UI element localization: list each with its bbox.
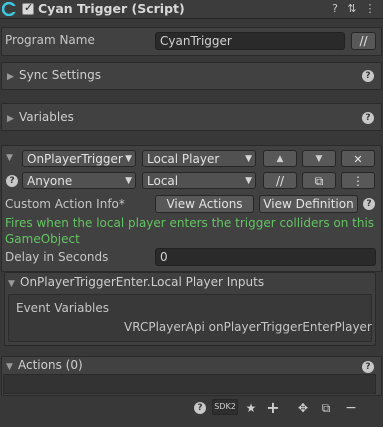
gate-value: Local xyxy=(147,174,179,188)
delay-field[interactable]: 0 xyxy=(155,248,376,266)
view-definition-button[interactable]: View Definition xyxy=(259,195,358,213)
fold-arrow-icon: ▼ xyxy=(8,279,15,289)
chevron-down-icon: ▼ xyxy=(245,176,252,186)
actions-list-body[interactable] xyxy=(3,374,376,394)
component-header[interactable]: ✓ Cyan Trigger (Script) ? ⇅ ⋮ xyxy=(0,0,383,19)
event-type-dropdown[interactable]: OnPlayerTriggerEnter ▼ xyxy=(22,150,136,167)
duplicate-event-button[interactable]: ⧉ xyxy=(302,172,336,189)
sync-settings-header[interactable]: ▶ Sync Settings xyxy=(7,68,101,82)
program-name-label: Program Name xyxy=(5,33,95,47)
toolbar-help-icon[interactable]: ? xyxy=(194,402,206,414)
chevron-down-icon: ▼ xyxy=(125,154,132,164)
help-icon[interactable]: ? xyxy=(329,3,341,15)
event-more-button[interactable]: ⋮ xyxy=(341,172,375,189)
broadcast-dropdown[interactable]: Anyone ▼ xyxy=(22,172,136,189)
custom-action-info-label: Custom Action Info* xyxy=(5,197,125,211)
actions-help-icon[interactable]: ? xyxy=(362,361,374,373)
player-filter-dropdown[interactable]: Local Player ▼ xyxy=(142,150,256,167)
event-inputs-header[interactable]: ▼ OnPlayerTriggerEnter.Local Player Input… xyxy=(8,275,264,289)
chevron-down-icon: ▼ xyxy=(245,154,252,164)
delete-event-button[interactable]: ✕ xyxy=(341,150,375,167)
component-title: Cyan Trigger (Script) xyxy=(38,1,185,16)
player-filter-value: Local Player xyxy=(147,152,220,166)
event-variables-label: Event Variables xyxy=(16,301,110,315)
gate-dropdown[interactable]: Local ▼ xyxy=(142,172,256,189)
event-type-value: OnPlayerTriggerEnter xyxy=(27,152,123,166)
actions-header[interactable]: ▼ Actions (0) xyxy=(6,358,83,372)
favorite-star-icon[interactable]: ★ xyxy=(243,401,259,415)
fold-arrow-icon: ▶ xyxy=(7,72,14,82)
variables-label: Variables xyxy=(19,110,74,124)
sdk-toggle-button[interactable]: SDK2 xyxy=(212,399,238,415)
event-inputs-label: OnPlayerTriggerEnter.Local Player Inputs xyxy=(20,275,265,289)
view-actions-button[interactable]: View Actions xyxy=(155,195,254,213)
broadcast-value: Anyone xyxy=(27,174,73,188)
move-down-button[interactable]: ▼ xyxy=(302,150,336,167)
actions-label: Actions (0) xyxy=(18,358,83,372)
custom-action-help-icon[interactable]: ? xyxy=(363,198,375,210)
fold-arrow-icon: ▼ xyxy=(6,362,13,372)
program-comment-button[interactable]: // xyxy=(351,32,376,50)
program-name-field[interactable]: CyanTrigger xyxy=(155,32,345,50)
enabled-checkbox[interactable]: ✓ xyxy=(22,1,34,15)
cyan-trigger-logo-icon xyxy=(2,2,16,16)
move-icon[interactable]: ✥ xyxy=(295,401,311,415)
event-description: Fires when the local player enters the t… xyxy=(5,216,375,246)
sync-help-icon[interactable]: ? xyxy=(362,70,374,82)
chevron-down-icon: ▼ xyxy=(125,176,132,186)
fold-arrow-icon: ▶ xyxy=(7,114,14,124)
move-up-button[interactable]: ▲ xyxy=(263,150,297,167)
variables-help-icon[interactable]: ? xyxy=(362,112,374,124)
variables-header[interactable]: ▶ Variables xyxy=(7,110,74,124)
add-action-icon[interactable]: + xyxy=(265,400,281,416)
event-help-icon[interactable]: ? xyxy=(6,175,18,187)
copy-icon[interactable]: ⧉ xyxy=(318,401,334,415)
event-comment-button[interactable]: // xyxy=(263,172,297,189)
delay-label: Delay in Seconds xyxy=(5,250,109,264)
sync-settings-label: Sync Settings xyxy=(19,68,101,82)
preset-icon[interactable]: ⇅ xyxy=(346,3,358,15)
event-variable-entry: VRCPlayerApi onPlayerTriggerEnterPlayer xyxy=(124,320,372,334)
remove-action-icon[interactable]: − xyxy=(343,401,359,415)
context-menu-icon[interactable]: ⋮ xyxy=(364,3,376,15)
event-fold-arrow-icon[interactable]: ▼ xyxy=(6,153,13,163)
